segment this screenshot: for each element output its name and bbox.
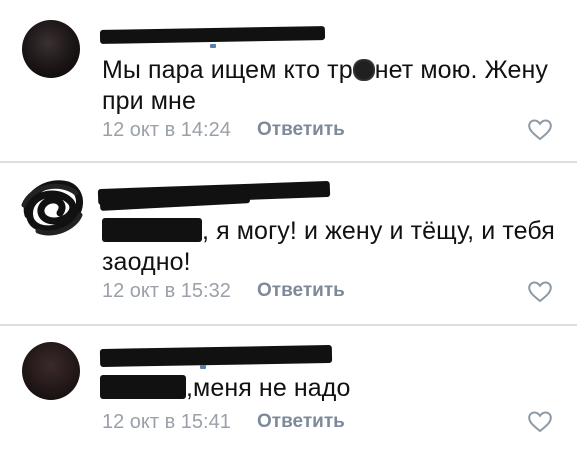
heart-outline-icon[interactable] — [527, 280, 553, 304]
comment-text: Мы пара ищем кто тр нет мою. Жену при мне — [102, 55, 562, 117]
reply-button[interactable]: Ответить — [257, 410, 345, 434]
author-name-redacted[interactable] — [99, 344, 333, 368]
comment-text: , я могу! и жену и тёщу, и тебя заодно! — [102, 216, 562, 278]
redaction-residue — [200, 365, 206, 369]
comment-item: Мы пара ищем кто тр нет мою. Жену при мне… — [0, 0, 577, 160]
avatar[interactable] — [22, 342, 80, 400]
comment-text-part: заодно! — [102, 248, 191, 276]
mention-redacted[interactable] — [102, 218, 202, 242]
comment-date: 12 окт в 14:24 — [102, 119, 231, 141]
comment-text-part: при мне — [102, 87, 196, 115]
comment-text-part: ,меня не надо — [186, 374, 351, 402]
censor-blot — [352, 59, 375, 81]
heart-outline-icon[interactable] — [527, 118, 553, 142]
comment-date: 12 окт в 15:41 — [102, 411, 231, 433]
reply-button[interactable]: Ответить — [257, 118, 345, 142]
comment-text-part: , я могу! и жену и тёщу, и тебя — [202, 217, 555, 245]
author-name-redacted[interactable] — [99, 26, 326, 44]
comment-text: ,меня не надо — [100, 373, 560, 404]
comment-item: , я могу! и жену и тёщу, и тебя заодно! … — [0, 163, 577, 323]
redaction-residue — [210, 44, 216, 48]
mention-redacted[interactable] — [100, 375, 186, 399]
comment-item: ,меня не надо 12 окт в 15:41 Ответить — [0, 325, 577, 455]
comment-text-part: нет мою. Жену — [374, 56, 549, 84]
avatar[interactable] — [18, 175, 90, 239]
avatar[interactable] — [22, 20, 80, 78]
heart-outline-icon[interactable] — [527, 410, 553, 434]
comment-date: 12 окт в 15:32 — [102, 280, 231, 302]
reply-button[interactable]: Ответить — [257, 279, 345, 303]
comment-text-part: Мы пара ищем кто тр — [102, 56, 353, 84]
